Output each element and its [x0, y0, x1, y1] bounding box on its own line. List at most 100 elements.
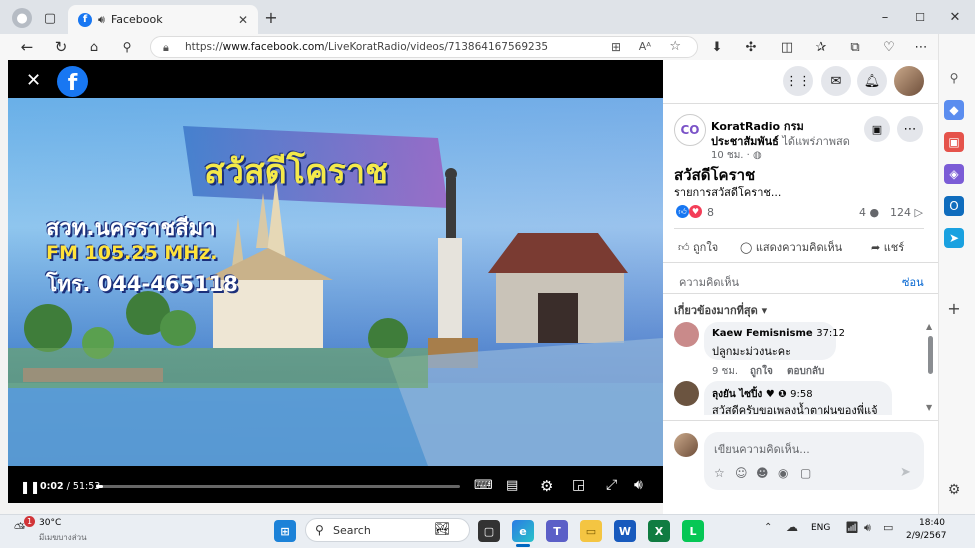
like-button[interactable]: 👍︎ ถูกใจ	[678, 238, 718, 256]
line-icon[interactable]: L	[682, 520, 704, 542]
reactions-count[interactable]: 8	[707, 206, 714, 219]
collections-icon[interactable]: ⧉	[846, 38, 864, 56]
comment-time-code[interactable]: 37:12	[816, 328, 845, 339]
tray-cloud-icon[interactable]: ☁	[786, 520, 798, 534]
comment-time-code[interactable]: 9:58	[790, 389, 812, 400]
wifi-icon[interactable]: 📶︎	[845, 521, 859, 534]
close-video-icon[interactable]: ✕	[26, 70, 41, 91]
share-button[interactable]: ➦ แชร์	[871, 238, 904, 256]
profile-icon[interactable]: ●	[12, 8, 32, 28]
volume-tray-icon[interactable]: 🔊︎	[864, 521, 871, 535]
emoji-icon[interactable]: ☺	[735, 466, 748, 480]
new-tab-button[interactable]: +	[262, 8, 280, 27]
battery-icon[interactable]: ▭	[883, 521, 893, 534]
sidebar-settings-icon[interactable]: ⚙	[944, 480, 964, 500]
progress-bar[interactable]	[96, 485, 460, 488]
captions-icon[interactable]: ⌨	[474, 478, 493, 493]
comment-avatar[interactable]	[674, 322, 699, 347]
profile-avatar[interactable]	[894, 66, 924, 96]
comments-count[interactable]: 4 ●	[859, 206, 879, 219]
comment-button[interactable]: ◯ แสดงความคิดเห็น	[740, 238, 842, 256]
maximize-button[interactable]: ☐	[905, 8, 935, 26]
pause-icon[interactable]: ❚❚	[20, 480, 40, 494]
refresh-icon[interactable]: ↻	[52, 38, 70, 56]
sidebar-search-icon[interactable]: ⚲	[944, 68, 964, 88]
camera-icon[interactable]: ◉	[778, 466, 788, 480]
scroll-down-icon[interactable]: ▼	[926, 403, 932, 412]
tab-facebook[interactable]: f 🔊︎ Facebook ✕	[68, 5, 258, 34]
browser-essentials-icon[interactable]: ♡	[880, 38, 898, 56]
read-aloud-icon[interactable]: Aᴬ	[639, 40, 651, 53]
volume-icon[interactable]: 🔊︎	[634, 477, 643, 493]
start-windows-icon[interactable]: ⊞	[274, 520, 296, 542]
sidebar-add-icon[interactable]: +	[944, 298, 964, 318]
tray-overflow-icon[interactable]: ⌃	[764, 522, 772, 533]
language-indicator[interactable]: ENG	[811, 523, 830, 533]
close-tab-icon[interactable]: ✕	[238, 13, 248, 27]
sort-dropdown[interactable]: เกี่ยวข้องมากที่สุด ▾	[674, 301, 767, 319]
hide-comments-link[interactable]: ซ่อน	[902, 273, 924, 291]
comment-author[interactable]: Kaew Femisnisme 37:12	[712, 328, 845, 339]
page-avatar[interactable]: CO	[674, 114, 706, 146]
more-options-button[interactable]: ⋯	[897, 116, 923, 142]
avatar-sticker-icon[interactable]: ☆	[714, 466, 725, 480]
comment-avatar[interactable]	[674, 381, 699, 406]
like-reaction-icon[interactable]: 👍︎	[676, 205, 689, 218]
clips-icon[interactable]: ▤	[506, 478, 518, 493]
weather-desc[interactable]: มีเมฆบางส่วน	[39, 531, 87, 544]
word-icon[interactable]: W	[614, 520, 636, 542]
tab-actions-icon[interactable]: ▢	[40, 8, 60, 28]
shares-count[interactable]: 124 ▷	[890, 206, 923, 219]
split-screen-icon[interactable]: ◫	[778, 38, 796, 56]
comment-author[interactable]: ลุงยัน ไซปิ้ง ♥ ❶ 9:58	[712, 387, 813, 402]
messenger-icon[interactable]: ✉	[821, 66, 851, 96]
page-name-line2[interactable]: ประชาสัมพันธ์	[711, 135, 779, 148]
weather-temp[interactable]: 30°C	[39, 518, 61, 528]
url-field[interactable]: 🔒︎ https://www.facebook.com/LiveKoratRad…	[150, 36, 698, 58]
clock-time[interactable]: 18:40	[919, 518, 945, 528]
search-icon[interactable]: ⚲	[118, 38, 136, 56]
speaker-icon[interactable]: 🔊︎	[98, 13, 105, 27]
send-icon[interactable]: ➤	[900, 465, 911, 480]
extensions-icon[interactable]: ✣	[742, 38, 760, 56]
file-explorer-icon[interactable]: ▭	[580, 520, 602, 542]
sidebar-tools-icon[interactable]: ▣	[944, 132, 964, 152]
post-description[interactable]: รายการสวัสดีโคราช...	[674, 183, 781, 201]
edge-taskbar-icon[interactable]: e	[512, 520, 534, 542]
picture-in-picture-icon[interactable]: ◲	[572, 477, 585, 493]
notifications-bell-icon[interactable]: 🔔︎	[857, 66, 887, 96]
sidebar-shopping-icon[interactable]: ◆	[944, 100, 964, 120]
home-icon[interactable]: ⌂	[85, 38, 103, 56]
clock-date[interactable]: 2/9/2567	[906, 531, 946, 541]
favorites-icon[interactable]: ✰	[812, 38, 830, 56]
smile-icon[interactable]: ☻	[756, 466, 769, 480]
minimize-button[interactable]: –	[870, 8, 900, 26]
comment-reply-link[interactable]: ตอบกลับ	[787, 364, 824, 379]
settings-icon[interactable]: ⚙	[540, 477, 553, 495]
love-reaction-icon[interactable]: ♥	[689, 205, 702, 218]
close-window-button[interactable]: ✕	[940, 8, 970, 26]
fullscreen-icon[interactable]: ⤢	[606, 477, 617, 493]
sidebar-outlook-icon[interactable]: O	[944, 196, 964, 216]
scrollbar-thumb[interactable]	[928, 336, 933, 374]
post-time[interactable]: 10 ชม.	[711, 150, 743, 161]
video-frame[interactable]: สวัสดีโคราช สวท.นครราชสีมา FM 105.25 MHz…	[8, 98, 663, 466]
more-options-icon[interactable]: ⋯	[912, 38, 930, 56]
teams-icon[interactable]: T	[546, 520, 568, 542]
app-available-icon[interactable]: ⊞	[611, 40, 621, 54]
compose-avatar[interactable]	[674, 433, 698, 457]
back-icon[interactable]: ←	[18, 38, 36, 56]
downloads-icon[interactable]: ⬇	[708, 38, 726, 56]
sidebar-games-icon[interactable]: ◈	[944, 164, 964, 184]
save-post-icon[interactable]: ▣	[864, 116, 890, 142]
sidebar-send-icon[interactable]: ➤	[944, 228, 964, 248]
taskbar-search[interactable]: ⚲ Search 🏞︎	[305, 518, 470, 542]
menu-grid-icon[interactable]: ⋮⋮	[783, 66, 813, 96]
task-view-icon[interactable]: ▢	[478, 520, 500, 542]
scroll-up-icon[interactable]: ▲	[926, 322, 932, 331]
facebook-logo-icon[interactable]: f	[57, 66, 88, 97]
sticker-icon[interactable]: ▢	[800, 466, 811, 480]
comment-like-link[interactable]: ถูกใจ	[750, 364, 773, 379]
favorite-star-icon[interactable]: ☆	[669, 39, 681, 54]
excel-icon[interactable]: X	[648, 520, 670, 542]
